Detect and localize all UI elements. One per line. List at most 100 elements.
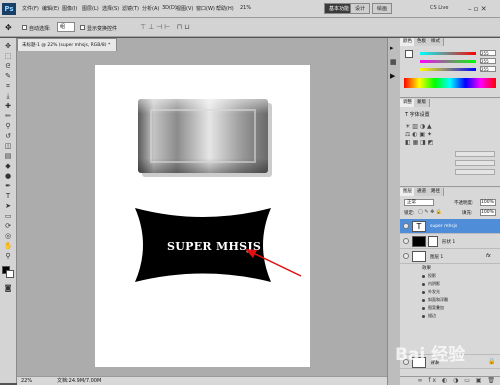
menu-view[interactable]: 视图(V) <box>176 5 193 12</box>
panel-toggle-icon[interactable]: ▸ <box>390 44 394 52</box>
red-value[interactable]: 255 <box>480 50 496 56</box>
layer-row-shape[interactable]: 形状 1 <box>400 234 500 249</box>
auto-select-checkbox[interactable] <box>22 25 27 30</box>
layers-bottom-buttons[interactable]: ∞ fx ◐ ◑ ▭ ▣ 🗑 <box>400 376 500 385</box>
vector-mask-thumb-icon <box>428 236 438 247</box>
auto-select-dropdown[interactable]: 组 <box>57 22 75 32</box>
menu-select[interactable]: 选择(S) <box>102 5 119 12</box>
foreground-swatch[interactable] <box>405 50 413 58</box>
tab-styles[interactable]: 样式 <box>428 38 444 46</box>
align-icons[interactable]: ⊤⊥⊣⊢ ⊓⊔ <box>140 23 192 31</box>
status-zoom[interactable]: 22% <box>21 377 32 385</box>
lasso-tool-icon[interactable]: ᘓ <box>3 62 13 70</box>
effect-drop-shadow[interactable]: 投影 <box>428 273 436 279</box>
show-transform-checkbox[interactable] <box>80 25 85 30</box>
layer-name[interactable]: 图层 1 <box>430 254 443 260</box>
effect-stroke[interactable]: 描边 <box>428 313 436 319</box>
effects-title: 效果 <box>422 266 431 271</box>
effect-pattern-overlay[interactable]: 图案叠加 <box>428 305 444 311</box>
visibility-eye-icon[interactable] <box>403 238 409 244</box>
green-slider[interactable] <box>420 60 476 63</box>
path-select-icon[interactable]: ➤ <box>3 202 13 210</box>
tab-paths[interactable]: 路径 <box>428 188 444 196</box>
crop-tool-icon[interactable]: ⌗ <box>3 82 13 90</box>
menu-edit[interactable]: 编辑(E) <box>42 5 59 12</box>
preset-dropdown-3[interactable] <box>455 169 495 175</box>
zoom-level[interactable]: 21% <box>240 5 251 11</box>
pixel-layer-thumb-icon <box>412 251 426 262</box>
effect-eye-icon[interactable] <box>422 315 425 318</box>
lock-icon: 🔒 <box>488 358 496 365</box>
gradient-tool-icon[interactable]: ▤ <box>3 152 13 160</box>
type-tool-icon[interactable]: T <box>3 192 13 200</box>
menu-3d[interactable]: 3D(D) <box>162 5 177 11</box>
quick-mask-icon[interactable]: ◙ <box>3 284 13 292</box>
menu-analysis[interactable]: 分析(A) <box>142 5 159 12</box>
blue-value[interactable]: 255 <box>480 66 496 72</box>
zoom-tool-icon[interactable]: ⚲ <box>3 252 13 260</box>
tab-masks[interactable]: 蒙版 <box>414 99 430 107</box>
move-tool-icon[interactable]: ✥ <box>3 42 13 50</box>
3d-orbit-icon[interactable]: ◎ <box>3 232 13 240</box>
panel-icon-strip: ▸ ▦ ▶ <box>387 38 400 385</box>
red-slider[interactable] <box>420 52 476 55</box>
status-doc-size: 文档:24.9M/7.00M <box>57 378 102 384</box>
green-value[interactable]: 255 <box>480 58 496 64</box>
effect-eye-icon[interactable] <box>422 307 425 310</box>
preset-dropdown-1[interactable] <box>455 151 495 157</box>
shape-tool-icon[interactable]: ▭ <box>3 212 13 220</box>
toolbox: ✥ ⬚ ᘓ ✎ ⌗ ⤓ ✚ ✏ ⚲ ↺ ◫ ▤ ◆ ● ✒ T ➤ ▭ ⟳ ◎ … <box>0 38 17 383</box>
clone-stamp-icon[interactable]: ⚲ <box>3 122 13 130</box>
opacity-input[interactable]: 100% <box>480 199 496 206</box>
auto-select-label: 自动选择: <box>29 26 51 32</box>
layer-name[interactable]: super mhsjs <box>430 224 457 229</box>
hand-tool-icon[interactable]: ✋ <box>3 242 13 250</box>
workspace-painting[interactable]: 绘画 <box>372 3 393 14</box>
actions-panel-icon[interactable]: ▶ <box>390 72 395 80</box>
blend-mode-select[interactable]: 正常 <box>404 199 434 206</box>
move-tool-icon[interactable]: ✥ <box>5 23 12 32</box>
menu-file[interactable]: 文件(F) <box>22 5 39 12</box>
quick-select-icon[interactable]: ✎ <box>3 72 13 80</box>
preset-dropdown-2[interactable] <box>455 160 495 166</box>
effect-eye-icon[interactable] <box>422 291 425 294</box>
marquee-tool-icon[interactable]: ⬚ <box>3 52 13 60</box>
menu-filter[interactable]: 滤镜(T) <box>122 5 139 12</box>
effect-eye-icon[interactable] <box>422 275 425 278</box>
history-brush-icon[interactable]: ↺ <box>3 132 13 140</box>
window-controls[interactable]: – ▫ ✕ <box>468 4 498 14</box>
menu-layer[interactable]: 图层(L) <box>82 5 99 12</box>
blur-tool-icon[interactable]: ◆ <box>3 162 13 170</box>
adjustments-panel: 调整 蒙版 T 字体设置 ☀ ▥ ◑ ▲ ⚖ ◐ ▣ ✦ ◧ ▦ ◨ ◩ <box>400 99 500 187</box>
eraser-icon[interactable]: ◫ <box>3 142 13 150</box>
layer-row-pixel[interactable]: 图层 1 fx <box>400 249 500 264</box>
visibility-eye-icon[interactable] <box>403 253 409 259</box>
background-color-swatch[interactable] <box>6 270 14 278</box>
color-spectrum[interactable] <box>404 78 496 88</box>
eyedropper-icon[interactable]: ⤓ <box>3 92 13 100</box>
effect-bevel-emboss[interactable]: 斜面和浮雕 <box>428 297 448 303</box>
fx-icon[interactable]: fx <box>486 253 491 259</box>
menu-window[interactable]: 窗口(W) <box>196 5 215 12</box>
lock-icons[interactable]: ▢ ✎ ✥ 🔒 <box>418 209 442 215</box>
visibility-eye-icon[interactable] <box>403 223 409 229</box>
blue-slider[interactable] <box>420 68 476 71</box>
workspace-design[interactable]: 设计 <box>350 3 371 14</box>
fill-input[interactable]: 100% <box>480 209 496 216</box>
adjustment-icons[interactable]: ☀ ▥ ◑ ▲ ⚖ ◐ ▣ ✦ ◧ ▦ ◨ ◩ <box>405 123 433 147</box>
3d-rotate-icon[interactable]: ⟳ <box>3 222 13 230</box>
menu-help[interactable]: 帮助(H) <box>216 5 234 12</box>
cs-live[interactable]: CS Live <box>430 5 448 11</box>
healing-brush-icon[interactable]: ✚ <box>3 102 13 110</box>
effect-inner-shadow[interactable]: 内阴影 <box>428 281 440 287</box>
menu-image[interactable]: 图像(I) <box>62 5 77 12</box>
effect-outer-glow[interactable]: 外发光 <box>428 289 440 295</box>
pen-tool-icon[interactable]: ✒ <box>3 182 13 190</box>
effect-eye-icon[interactable] <box>422 283 425 286</box>
dodge-tool-icon[interactable]: ● <box>3 172 13 180</box>
layer-name[interactable]: 形状 1 <box>442 239 455 245</box>
history-panel-icon[interactable]: ▦ <box>390 58 397 66</box>
layer-row-text[interactable]: T super mhsjs <box>400 219 500 234</box>
brush-tool-icon[interactable]: ✏ <box>3 112 13 120</box>
effect-eye-icon[interactable] <box>422 299 425 302</box>
